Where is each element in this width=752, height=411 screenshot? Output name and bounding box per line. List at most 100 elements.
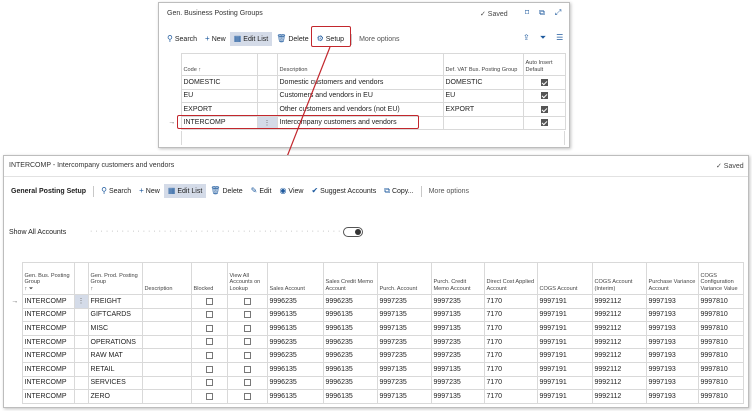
column-header-purch[interactable]: Purch. Account <box>376 262 432 295</box>
cell-cogs[interactable]: 9997191 <box>536 294 593 309</box>
cell-sales[interactable]: 9996235 <box>266 334 324 350</box>
cell-gen-bus[interactable]: INTERCOMP <box>21 294 75 309</box>
blocked-checkbox[interactable] <box>205 311 213 319</box>
new-button[interactable]: + New <box>135 184 164 198</box>
cell-cogs-interim[interactable]: 9992112 <box>591 307 647 323</box>
cell-gen-prod[interactable]: MISC <box>87 321 143 336</box>
cell-gen-bus[interactable]: INTERCOMP <box>21 389 75 404</box>
cell-view-all[interactable] <box>226 389 268 404</box>
tab-general-posting-setup[interactable]: General Posting Setup <box>7 184 90 198</box>
table-row[interactable]: INTERCOMP ZERO 9996135 9996135 9997135 999713… <box>8 389 744 404</box>
cell-description[interactable] <box>141 321 192 336</box>
cell-cogs[interactable]: 9997191 <box>536 307 593 323</box>
cell-blocked[interactable] <box>190 348 228 363</box>
cell-blocked[interactable] <box>190 375 228 391</box>
cell-description[interactable] <box>141 307 192 323</box>
cell-view-all[interactable] <box>226 361 268 377</box>
blocked-checkbox[interactable] <box>205 338 213 346</box>
cell-cogs-config[interactable]: 9997810 <box>697 307 744 323</box>
copy-button[interactable]: ⧉ Copy... <box>380 184 417 198</box>
blocked-checkbox[interactable] <box>205 379 213 387</box>
cell-gen-bus[interactable]: INTERCOMP <box>21 307 75 323</box>
cell-cogs[interactable]: 9997191 <box>536 361 593 377</box>
cell-blocked[interactable] <box>190 307 228 323</box>
cell-direct-cost[interactable]: 7170 <box>483 361 538 377</box>
cell-view-all[interactable] <box>226 307 268 323</box>
table-row[interactable]: INTERCOMP RETAIL 9996135 9996135 9997135 9997… <box>8 361 744 377</box>
cell-direct-cost[interactable]: 7170 <box>483 389 538 404</box>
cell-purch-credit[interactable]: 9997135 <box>430 307 485 323</box>
blocked-checkbox[interactable] <box>205 297 213 305</box>
cell-gen-bus[interactable]: INTERCOMP <box>21 321 75 336</box>
cell-cogs-config[interactable]: 9997810 <box>697 294 744 309</box>
edit-list-button[interactable]: ▦ Edit List <box>163 184 207 198</box>
cell-blocked[interactable] <box>190 321 228 336</box>
delete-button[interactable]: 🗑 Delete <box>206 184 246 198</box>
column-header-cogs-config[interactable]: COGS Configuration Variance Value <box>697 262 744 295</box>
cell-gen-prod[interactable]: RAW MAT <box>87 348 143 363</box>
cell-sales-credit[interactable]: 9996135 <box>322 361 378 377</box>
cell-direct-cost[interactable]: 7170 <box>483 348 538 363</box>
cell-direct-cost[interactable]: 7170 <box>483 294 538 309</box>
cell-view-all[interactable] <box>226 375 268 391</box>
cell-gen-prod[interactable]: ZERO <box>87 389 143 404</box>
cell-direct-cost[interactable]: 7170 <box>483 375 538 391</box>
cell-cogs-interim[interactable]: 9992112 <box>591 334 647 350</box>
cell-cogs-interim[interactable]: 9992112 <box>591 361 647 377</box>
column-header-view-all[interactable]: View All Accounts on Lookup <box>226 262 268 295</box>
cell-description[interactable] <box>141 294 192 309</box>
cell-gen-prod[interactable]: SERVICES <box>87 375 143 391</box>
cell-purch-credit[interactable]: 9997235 <box>430 348 485 363</box>
cell-cogs-config[interactable]: 9997810 <box>697 334 744 350</box>
cell-sales[interactable]: 9996135 <box>266 389 324 404</box>
cell-cogs-interim[interactable]: 9992112 <box>591 321 647 336</box>
cell-purch-credit[interactable]: 9997235 <box>430 375 485 391</box>
cell-view-all[interactable] <box>226 321 268 336</box>
cell-cogs-config[interactable]: 9997810 <box>697 361 744 377</box>
cell-purch-variance[interactable]: 9997193 <box>645 307 699 323</box>
cell-direct-cost[interactable]: 7170 <box>483 334 538 350</box>
cell-purch-variance[interactable]: 9997193 <box>645 389 699 404</box>
table-row[interactable]: INTERCOMP RAW MAT 9996235 9996235 9997235 999… <box>8 348 744 363</box>
cell-sales[interactable]: 9996235 <box>266 294 324 309</box>
cell-gen-bus[interactable]: INTERCOMP <box>21 334 75 350</box>
cell-purch-variance[interactable]: 9997193 <box>645 294 699 309</box>
cell-sales[interactable]: 9996135 <box>266 361 324 377</box>
column-header-sales[interactable]: Sales Account <box>266 262 324 295</box>
cell-sales-credit[interactable]: 9996235 <box>322 334 378 350</box>
cell-gen-prod[interactable]: RETAIL <box>87 361 143 377</box>
cell-sales[interactable]: 9996235 <box>266 375 324 391</box>
cell-purch-credit[interactable]: 9997135 <box>430 389 485 404</box>
cell-purch[interactable]: 9997235 <box>376 348 432 363</box>
suggest-accounts-button[interactable]: ✔ Suggest Accounts <box>307 184 380 198</box>
cell-cogs-interim[interactable]: 9992112 <box>591 389 647 404</box>
cell-purch[interactable]: 9997235 <box>376 294 432 309</box>
view-all-checkbox[interactable] <box>243 338 251 346</box>
cell-purch-variance[interactable]: 9997193 <box>645 361 699 377</box>
column-header-gen-prod[interactable]: Gen. Prod. Posting Group ↑ <box>87 262 143 295</box>
cell-purch[interactable]: 9997135 <box>376 321 432 336</box>
cell-sales-credit[interactable]: 9996135 <box>322 389 378 404</box>
cell-sales-credit[interactable]: 9996135 <box>322 321 378 336</box>
cell-description[interactable] <box>141 361 192 377</box>
cell-purch[interactable]: 9997135 <box>376 307 432 323</box>
cell-sales[interactable]: 9996135 <box>266 321 324 336</box>
table-row[interactable]: INTERCOMP MISC 9996135 9996135 9997135 999713… <box>8 321 744 336</box>
cell-cogs-config[interactable]: 9997810 <box>697 321 744 336</box>
cell-cogs[interactable]: 9997191 <box>536 334 593 350</box>
edit-button[interactable]: ✎ Edit <box>247 184 276 198</box>
column-header-description[interactable]: Description <box>141 262 192 295</box>
cell-cogs-config[interactable]: 9997810 <box>697 375 744 391</box>
cell-cogs-config[interactable]: 9997810 <box>697 348 744 363</box>
cell-blocked[interactable] <box>190 334 228 350</box>
cell-cogs-interim[interactable]: 9992112 <box>591 375 647 391</box>
cell-cogs-config[interactable]: 9997810 <box>697 389 744 404</box>
cell-sales-credit[interactable]: 9996135 <box>322 307 378 323</box>
cell-gen-prod[interactable]: OPERATIONS <box>87 334 143 350</box>
cell-gen-bus[interactable]: INTERCOMP <box>21 361 75 377</box>
cell-blocked[interactable] <box>190 389 228 404</box>
cell-purch-credit[interactable]: 9997135 <box>430 361 485 377</box>
cell-direct-cost[interactable]: 7170 <box>483 307 538 323</box>
cell-cogs[interactable]: 9997191 <box>536 389 593 404</box>
view-all-checkbox[interactable] <box>243 392 251 400</box>
